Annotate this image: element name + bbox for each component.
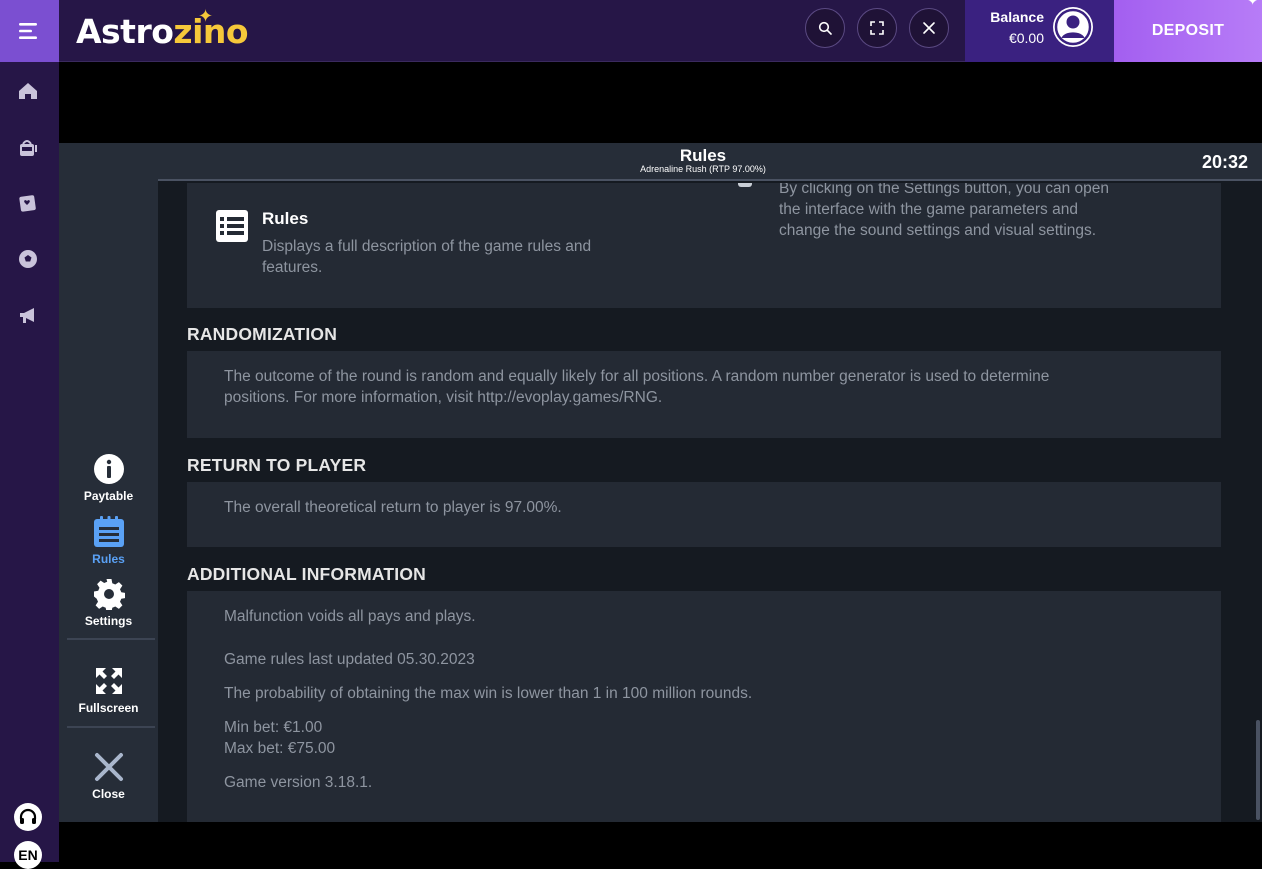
headset-icon[interactable] (14, 803, 42, 831)
info-icon (93, 454, 124, 484)
logo-text-astro: Astro (76, 11, 174, 51)
close-icon (923, 22, 935, 34)
search-icon (818, 21, 832, 35)
randomization-line1: The outcome of the round is random and e… (224, 368, 1050, 385)
additional-info-title: ADDITIONAL INFORMATION (187, 564, 427, 584)
deposit-label: DEPOSIT (1151, 22, 1225, 39)
menu-button[interactable] (0, 0, 59, 62)
rules-list-icon (216, 210, 248, 242)
settings-card-line1: By clicking on the Settings button, you … (779, 183, 1110, 197)
gear-icon (93, 579, 125, 610)
min-bet-text: Min bet: €1.00 (224, 719, 323, 736)
rules-header: Rules Adrenaline Rush (RTP 97.00%) 20:32 (158, 143, 1262, 181)
left-navigation: EN (0, 62, 59, 869)
top-bar: Astro zino ✦ Balance €0.00 DEPOSIT ✦ (0, 0, 1262, 62)
fullscreen-game-button[interactable]: Fullscreen (59, 665, 158, 715)
menu-icon (18, 23, 37, 39)
fullscreen-button[interactable] (857, 8, 897, 48)
promotions-icon[interactable] (16, 303, 40, 327)
logo-star-icon: ✦ (198, 6, 213, 27)
close-game-button[interactable] (909, 8, 949, 48)
balance-value: €0.00 (1008, 30, 1044, 46)
randomization-line2: positions. For more information, visit h… (224, 389, 663, 406)
game-sidebar: Paytable Rules Settings Fullscreen Close (59, 143, 158, 822)
clock: 20:32 (1201, 152, 1248, 172)
close-rules-button[interactable]: Close (59, 751, 158, 801)
game-frame: Paytable Rules Settings Fullscreen Close… (59, 143, 1262, 822)
fullscreen-label: Fullscreen (78, 701, 139, 715)
home-icon[interactable] (16, 79, 40, 103)
sidebar-divider (67, 726, 155, 728)
sidebar-divider (67, 638, 155, 640)
slot-machine-icon[interactable] (16, 135, 40, 159)
rules-header-title: Rules (679, 146, 727, 165)
settings-card-line3: change the sound settings and visual set… (779, 222, 1097, 239)
game-version-text: Game version 3.18.1. (224, 774, 373, 791)
astrozino-logo[interactable]: Astro zino ✦ (76, 6, 249, 51)
settings-label: Settings (84, 614, 133, 628)
malfunction-text: Malfunction voids all pays and plays. (224, 608, 476, 625)
close-label: Close (92, 787, 125, 801)
rules-content[interactable]: Rules Displays a full description of the… (158, 183, 1262, 822)
rules-label: Rules (92, 552, 125, 566)
search-button[interactable] (805, 8, 845, 48)
live-casino-icon[interactable] (16, 191, 40, 215)
close-x-icon (94, 753, 123, 781)
rules-card-desc-line2: features. (262, 259, 323, 276)
sparkle-icon: ✦ (1247, 0, 1258, 8)
content-scrollbar[interactable] (1256, 720, 1260, 820)
rules-card-title: Rules (262, 209, 309, 228)
rules-list-icon (93, 516, 124, 547)
rules-header-subtitle: Adrenaline Rush (RTP 97.00%) (640, 164, 766, 174)
max-bet-text: Max bet: €75.00 (224, 740, 336, 757)
balance-label: Balance (990, 9, 1044, 25)
rules-card-desc-line1: Displays a full description of the game … (262, 238, 592, 255)
rules-button[interactable]: Rules (59, 516, 158, 566)
sports-icon[interactable] (16, 247, 40, 271)
rtp-text: The overall theoretical return to player… (224, 499, 562, 516)
expand-icon (95, 668, 122, 694)
deposit-button[interactable]: DEPOSIT ✦ (1114, 0, 1262, 62)
randomization-title: RANDOMIZATION (187, 324, 338, 344)
user-avatar-icon[interactable] (1053, 7, 1093, 47)
paytable-label: Paytable (83, 489, 134, 503)
settings-button[interactable]: Settings (59, 578, 158, 628)
language-selector[interactable]: EN (14, 841, 42, 869)
max-win-probability-text: The probability of obtaining the max win… (224, 685, 753, 702)
rtp-title: RETURN TO PLAYER (187, 455, 367, 475)
paytable-button[interactable]: Paytable (59, 453, 158, 503)
settings-gear-icon (738, 183, 752, 187)
settings-card-line2: the interface with the game parameters a… (779, 201, 1078, 218)
balance-box[interactable]: Balance €0.00 (965, 0, 1114, 62)
fullscreen-icon (870, 21, 884, 35)
rules-updated-text: Game rules last updated 05.30.2023 (224, 651, 475, 668)
